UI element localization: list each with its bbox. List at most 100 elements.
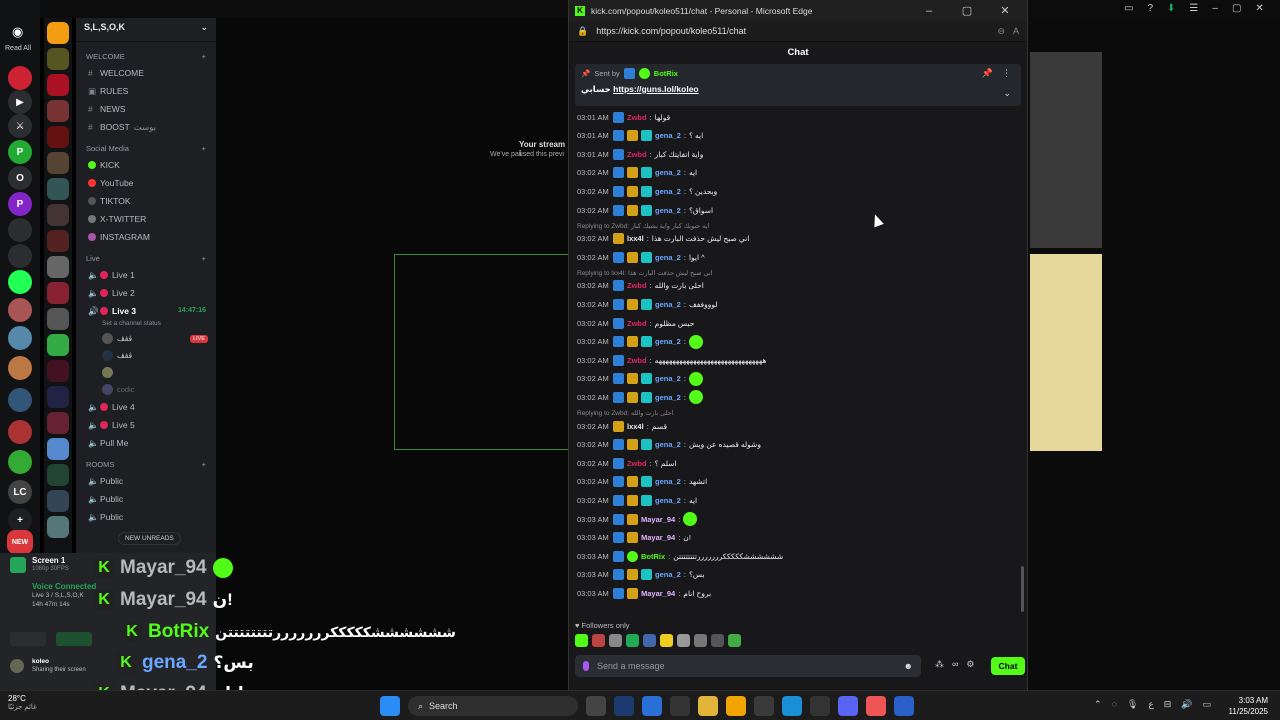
settings-icon[interactable]: ⚙ <box>966 659 974 670</box>
channel-live-4[interactable]: 🔈 Live 4 <box>76 398 216 416</box>
url-text[interactable]: https://kick.com/popout/koleo511/chat <box>596 26 746 36</box>
read-aloud-icon[interactable]: A <box>1013 26 1019 36</box>
category-social[interactable]: Social Media + <box>76 142 216 156</box>
server-icon[interactable] <box>8 298 32 322</box>
server-icon[interactable] <box>47 516 69 538</box>
close-icon[interactable]: ✕ <box>989 4 1021 17</box>
channel-rules[interactable]: ▣ RULES <box>76 82 216 100</box>
message-username[interactable]: lxx4l <box>627 234 644 243</box>
server-icon[interactable] <box>8 420 32 444</box>
message-username[interactable]: gena_2 <box>655 337 681 346</box>
server-icon[interactable] <box>47 438 69 460</box>
address-bar[interactable]: 🔒 https://kick.com/popout/koleo511/chat … <box>569 21 1027 42</box>
server-icon[interactable] <box>8 218 32 242</box>
server-icon[interactable]: LC <box>8 480 32 504</box>
more-icon[interactable]: ⋮ <box>1002 68 1011 79</box>
screen-share-button[interactable] <box>56 632 92 646</box>
channel-tiktok[interactable]: TIKTOK <box>76 192 216 210</box>
channel-public[interactable]: 🔈 Public <box>76 508 216 526</box>
server-icon[interactable] <box>47 100 69 122</box>
channel-live-5[interactable]: 🔈 Live 5 <box>76 416 216 434</box>
server-icon[interactable] <box>8 244 32 268</box>
edge-titlebar[interactable]: K kick.com/popout/koleo511/chat - Person… <box>569 0 1027 21</box>
message-username[interactable]: Zwbd <box>627 356 647 365</box>
mic-icon[interactable]: 🎙 <box>1127 699 1138 710</box>
server-icon[interactable]: P <box>8 140 32 164</box>
chat-message[interactable]: 03:02 AM gena_2: لوووففف <box>577 295 718 313</box>
channel-welcome[interactable]: # WELCOME <box>76 64 216 82</box>
chat-message[interactable]: 03:03 AM Mayar_94: <box>577 510 698 528</box>
pinned-message[interactable]: 📌 Sent by BotRix حسابي https://guns.lol/… <box>575 64 1021 106</box>
voice-user[interactable]: codic <box>76 381 216 398</box>
download-icon[interactable]: ⬇ <box>1167 3 1175 14</box>
chat-message[interactable]: 03:02 AM Zwbd: اسلم ؟ <box>577 454 677 472</box>
voice-channel[interactable]: Live 3 / S,L,S,O,K <box>32 592 84 599</box>
weather-widget[interactable]: 28°C غائم جزئيًا <box>8 694 37 713</box>
app-icon[interactable] <box>726 696 746 716</box>
server-icon[interactable] <box>47 230 69 252</box>
voice-user[interactable]: ڤڤڤ LIVE <box>76 330 216 347</box>
message-username[interactable]: gena_2 <box>655 253 681 262</box>
avatar[interactable] <box>10 659 24 673</box>
emote-icon[interactable] <box>592 634 605 647</box>
volume-icon[interactable]: 🔊 <box>1181 699 1192 710</box>
server-icon[interactable]: ▶ <box>8 90 32 114</box>
channel-status[interactable]: Set a channel status <box>76 320 216 330</box>
maximize-icon[interactable]: ▢ <box>951 4 983 17</box>
message-username[interactable]: Mayar_94 <box>641 515 675 524</box>
server-icon[interactable] <box>47 74 69 96</box>
edge-icon[interactable] <box>782 696 802 716</box>
emote-icon[interactable] <box>728 634 741 647</box>
video-tile[interactable] <box>1030 254 1102 451</box>
category-live[interactable]: Live + <box>76 252 216 266</box>
add-server-icon[interactable]: + <box>8 508 32 532</box>
app-icon[interactable] <box>642 696 662 716</box>
category-welcome[interactable]: WELCOME + <box>76 50 216 64</box>
server-icon[interactable] <box>47 126 69 148</box>
chat-message[interactable]: 03:03 AM Mayar_94: بروح انام <box>577 584 711 602</box>
inbox-icon[interactable]: ☰ <box>1189 3 1198 14</box>
message-username[interactable]: gena_2 <box>655 187 681 196</box>
video-tile[interactable] <box>1030 52 1102 248</box>
message-username[interactable]: gena_2 <box>655 440 681 449</box>
emote-icon[interactable] <box>711 634 724 647</box>
discord-logo-icon[interactable]: ◉ <box>12 24 23 40</box>
chat-message[interactable]: 03:02 AM Zwbd: ههههههههههههههههههههههههههه… <box>577 351 766 369</box>
pinned-link[interactable]: https://guns.lol/koleo <box>613 84 698 94</box>
server-icon[interactable] <box>47 386 69 408</box>
steam-icon[interactable] <box>614 696 634 716</box>
channel-public[interactable]: 🔈 Public <box>76 490 216 508</box>
server-icon[interactable] <box>47 282 69 304</box>
close-icon[interactable]: ✕ <box>1255 3 1263 14</box>
stream-preview[interactable] <box>394 254 570 450</box>
chat-message[interactable]: 03:02 AM gena_2: <box>577 333 703 351</box>
server-icon[interactable] <box>47 490 69 512</box>
channel-boost[interactable]: # BOOST بوست <box>76 118 216 136</box>
channel-kick[interactable]: KICK <box>76 156 216 174</box>
chat-message[interactable]: 03:02 AM gena_2: ايه <box>577 164 697 182</box>
server-icon[interactable]: P <box>8 192 32 216</box>
new-unreads-pill[interactable]: NEW UNREADS <box>118 532 181 545</box>
server-icon[interactable] <box>8 356 32 380</box>
message-username[interactable]: Zwbd <box>627 113 647 122</box>
read-all-button[interactable]: Read All <box>5 45 31 52</box>
server-header[interactable]: S,L,S,O,K ⌄ <box>76 18 216 42</box>
channel-live-2[interactable]: 🔈 Live 2 <box>76 284 216 302</box>
file-explorer-icon[interactable] <box>698 696 718 716</box>
channel-public[interactable]: 🔈 Public <box>76 472 216 490</box>
server-icon[interactable]: ⚔ <box>8 114 32 138</box>
message-username[interactable]: gena_2 <box>655 393 681 402</box>
emoji-icon[interactable]: ☻ <box>904 661 913 671</box>
message-username[interactable]: gena_2 <box>655 131 681 140</box>
chevron-down-icon[interactable]: ⌄ <box>1003 88 1011 99</box>
server-icon[interactable] <box>8 270 32 294</box>
notepad-icon[interactable] <box>894 696 914 716</box>
chat-send-button[interactable]: Chat <box>991 657 1025 675</box>
language-indicator[interactable]: ع <box>1148 699 1153 710</box>
chat-message[interactable]: 03:03 AM BotRix: ششششششكككككرررررررتتتتتتت… <box>577 547 783 565</box>
voice-user[interactable]: ڤڤڤ <box>76 347 216 364</box>
chat-message[interactable]: 03:02 AM gena_2: وبحدين ؟ <box>577 182 717 200</box>
channel-instagram[interactable]: INSTAGRAM <box>76 228 216 246</box>
chat-message[interactable]: 03:02 AM lxx4l: قسم <box>577 417 667 435</box>
server-icon[interactable]: O <box>8 166 32 190</box>
